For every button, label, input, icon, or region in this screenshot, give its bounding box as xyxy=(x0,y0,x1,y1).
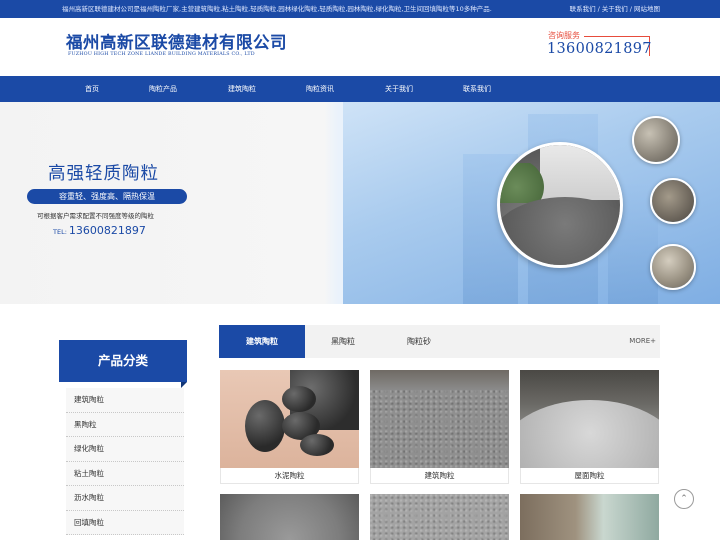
gravel-pile xyxy=(520,400,659,468)
sidebar-title: 产品分类 xyxy=(59,340,187,388)
nav-item-products[interactable]: 陶粒产品 xyxy=(133,76,193,102)
banner-ceramsite-thumb xyxy=(650,244,696,290)
sidebar-item-greening[interactable]: 绿化陶粒 xyxy=(66,437,184,462)
top-info-bar: 福州高新区联德建材公司是福州陶粒厂家,主营建筑陶粒,粘土陶粒,轻质陶粒,园林绿化… xyxy=(0,0,720,18)
gravel-top-shade xyxy=(370,370,509,390)
product-image[interactable] xyxy=(370,370,509,468)
company-intro-text: 福州高新区联德建材公司是福州陶粒厂家,主营建筑陶粒,粘土陶粒,轻质陶粒,园林绿化… xyxy=(62,5,492,13)
company-logo-en: FUZHOU HIGH TECH ZONE LIANDE BUILDING MA… xyxy=(68,52,255,57)
link-separator: / xyxy=(597,5,600,13)
thumb-fill xyxy=(652,246,694,288)
sidebar-item-backfill[interactable]: 回填陶粒 xyxy=(66,510,184,535)
nav-item-home[interactable]: 首页 xyxy=(62,76,122,102)
thumb-fill xyxy=(634,118,678,162)
banner-subtitle: 可根据客户需求配置不同强度等级的陶粒 xyxy=(37,212,154,220)
nav-item-building-ceramsite[interactable]: 建筑陶粒 xyxy=(212,76,272,102)
sidebar-list: 建筑陶粒 黑陶粒 绿化陶粒 粘土陶粒 沥水陶粒 回填陶粒 xyxy=(66,388,184,535)
hero-banner: 高强轻质陶粒 容重轻、强度高、隔热保温 可根据客户需求配置不同强度等级的陶粒 T… xyxy=(0,102,720,304)
tab-sand[interactable]: 陶粒砂 xyxy=(381,325,457,358)
chevron-up-icon: ⌃ xyxy=(680,494,688,504)
product-image[interactable] xyxy=(220,494,359,540)
banner-photo-trees xyxy=(500,163,555,203)
company-logo-cn[interactable]: 福州高新区联德建材有限公司 xyxy=(66,29,287,53)
product-image[interactable] xyxy=(520,494,659,540)
hotline-phone: 13600821897 xyxy=(547,41,652,57)
link-separator: / xyxy=(629,5,632,13)
banner-gravel-photo xyxy=(497,142,623,268)
main-nav: 首页 陶粒产品 建筑陶粒 陶粒资讯 关于我们 联系我们 xyxy=(0,76,720,102)
product-tabs: 建筑陶粒 黑陶粒 陶粒砂 MORE+ xyxy=(219,325,660,358)
product-caption[interactable]: 屋面陶粒 xyxy=(520,468,659,484)
thumb-fill xyxy=(652,180,694,222)
tab-building[interactable]: 建筑陶粒 xyxy=(219,325,305,358)
product-image[interactable] xyxy=(220,370,359,468)
banner-feature-pill: 容重轻、强度高、隔热保温 xyxy=(27,189,187,204)
tab-black[interactable]: 黑陶粒 xyxy=(305,325,381,358)
hotline-label: 咨询服务 xyxy=(548,31,580,40)
go-top-button[interactable]: ⌃ xyxy=(674,489,694,509)
banner-ceramsite-thumb xyxy=(650,178,696,224)
product-image[interactable] xyxy=(370,494,509,540)
product-image[interactable] xyxy=(520,370,659,468)
black-pebble xyxy=(300,434,334,456)
banner-tel-number: 13600821897 xyxy=(68,224,146,237)
product-caption[interactable]: 建筑陶粒 xyxy=(370,468,509,484)
sidebar-item-black[interactable]: 黑陶粒 xyxy=(66,412,184,437)
about-us-link[interactable]: 关于我们 xyxy=(602,5,628,13)
sitemap-link[interactable]: 网站地图 xyxy=(634,5,660,13)
sidebar-item-drainage[interactable]: 沥水陶粒 xyxy=(66,486,184,511)
banner-title: 高强轻质陶粒 xyxy=(48,164,159,184)
nav-item-news[interactable]: 陶粒资讯 xyxy=(290,76,350,102)
site-header: 福州高新区联德建材有限公司 FUZHOU HIGH TECH ZONE LIAN… xyxy=(0,18,720,76)
black-pebble xyxy=(245,400,285,452)
banner-ceramsite-thumb xyxy=(632,116,680,164)
sidebar-item-building[interactable]: 建筑陶粒 xyxy=(66,388,184,413)
product-caption[interactable]: 水泥陶粒 xyxy=(220,468,359,484)
nav-item-contact[interactable]: 联系我们 xyxy=(447,76,507,102)
banner-tel-label: TEL: xyxy=(53,228,67,236)
sidebar-item-clay[interactable]: 粘土陶粒 xyxy=(66,461,184,486)
banner-tel: TEL: 13600821897 xyxy=(53,224,146,237)
black-pebble xyxy=(282,386,316,412)
banner-photo-pile xyxy=(500,197,620,265)
contact-us-link[interactable]: 联系我们 xyxy=(570,5,596,13)
product-category-sidebar: 产品分类 建筑陶粒 黑陶粒 绿化陶粒 粘土陶粒 沥水陶粒 回填陶粒 xyxy=(59,340,187,540)
more-link[interactable]: MORE+ xyxy=(629,325,656,358)
nav-item-about[interactable]: 关于我们 xyxy=(369,76,429,102)
top-links: 联系我们 / 关于我们 / 网站地图 xyxy=(568,0,660,18)
